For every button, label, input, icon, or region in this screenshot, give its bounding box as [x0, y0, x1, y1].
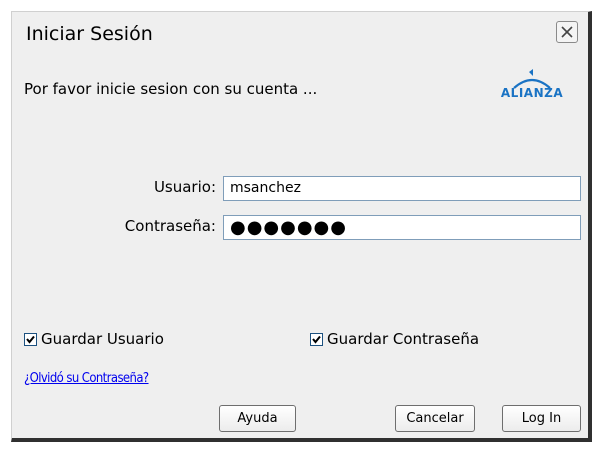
save-user-option[interactable]: Guardar Usuario	[24, 330, 164, 348]
forgot-password-link[interactable]: ¿Olvidó su Contraseña?	[24, 371, 149, 386]
username-input[interactable]: msanchez	[223, 176, 581, 201]
checkmark-icon	[312, 335, 321, 344]
save-password-label: Guardar Contraseña	[327, 330, 480, 348]
save-password-option[interactable]: Guardar Contraseña	[310, 330, 479, 348]
username-label: Usuario:	[153, 178, 216, 196]
close-icon	[561, 26, 573, 38]
checkmark-icon	[26, 335, 35, 344]
dialog-subtitle: Por favor inicie sesion con su cuenta ..…	[24, 80, 318, 98]
save-user-label: Guardar Usuario	[41, 330, 164, 348]
save-user-checkbox[interactable]	[24, 332, 37, 346]
cancel-button[interactable]: Cancelar	[395, 405, 475, 432]
close-button[interactable]	[556, 21, 578, 43]
password-label: Contraseña:	[124, 217, 216, 235]
help-button[interactable]: Ayuda	[219, 405, 296, 432]
dialog-title: Iniciar Sesión	[26, 23, 153, 45]
save-password-checkbox[interactable]	[310, 332, 323, 346]
login-button[interactable]: Log In	[502, 405, 581, 432]
alianza-logo: ALIANZA	[500, 68, 564, 108]
logo-text: ALIANZA	[500, 86, 564, 100]
password-input[interactable]: ●●●●●●●	[223, 215, 581, 240]
